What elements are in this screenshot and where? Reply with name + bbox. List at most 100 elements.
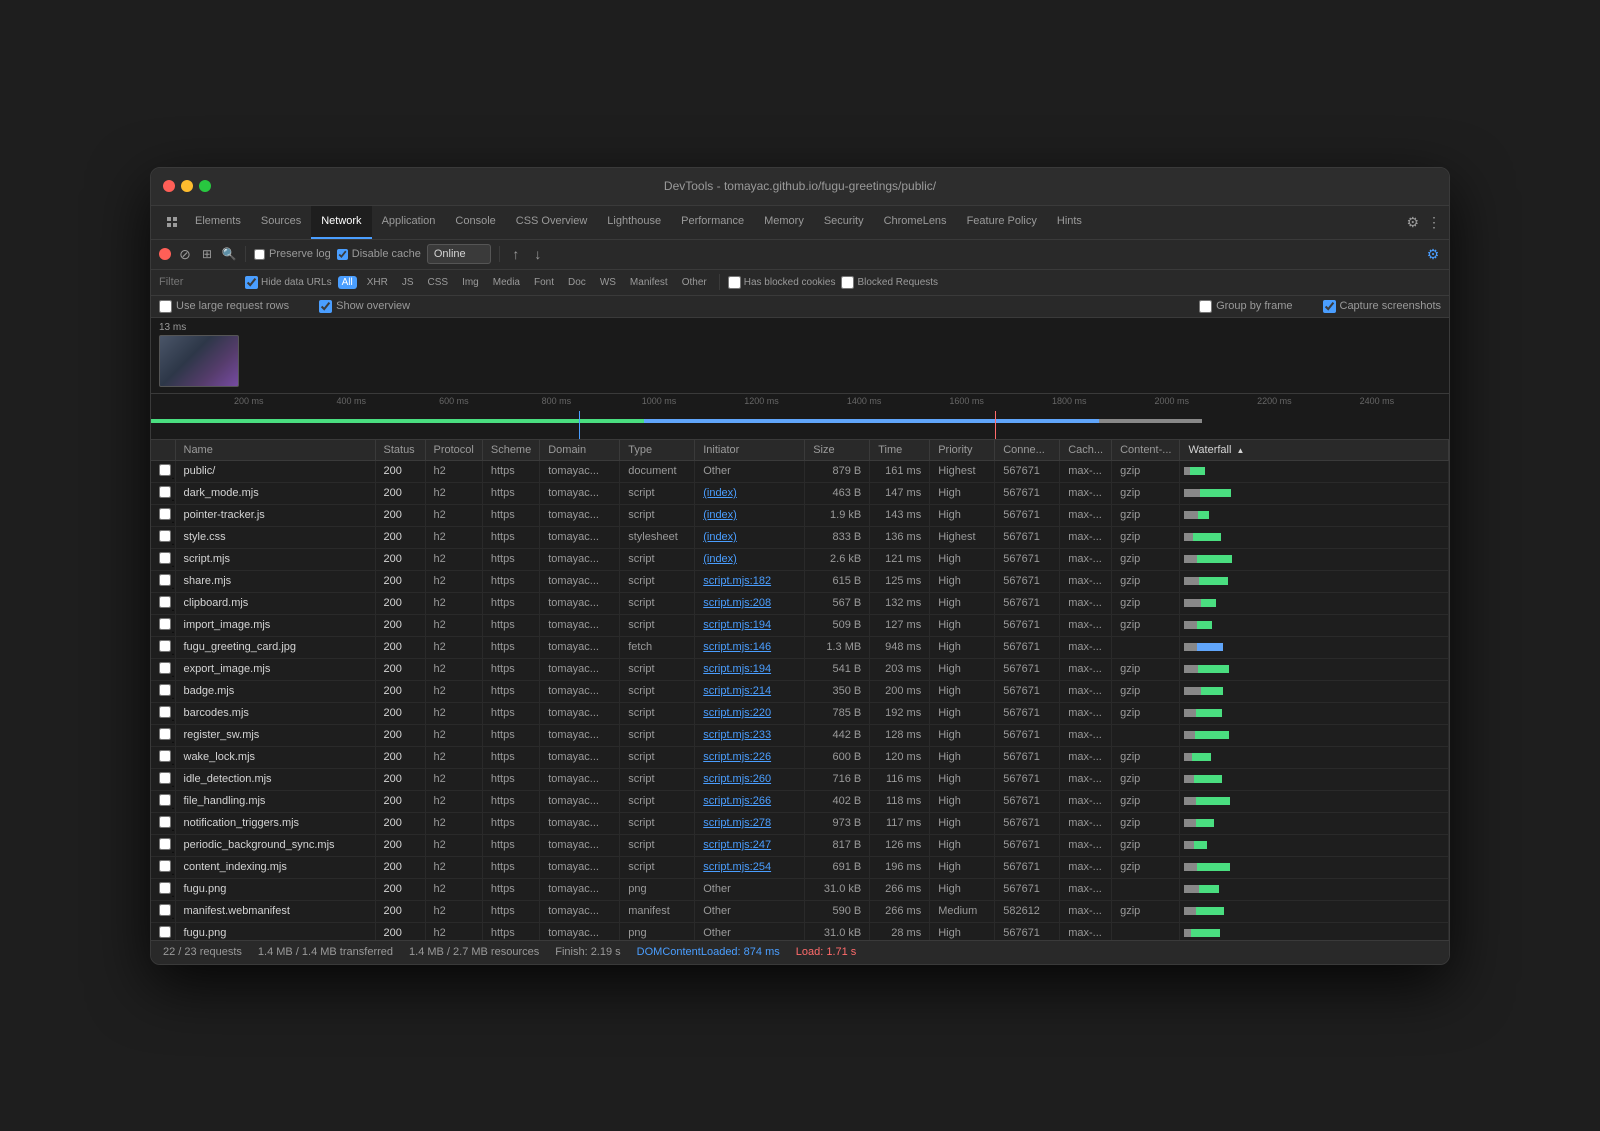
filter-pill-css[interactable]: CSS [424, 276, 453, 289]
td-initiator-15[interactable]: script.mjs:266 [695, 790, 805, 812]
filter-pill-manifest[interactable]: Manifest [626, 276, 672, 289]
row-checkbox-18[interactable] [159, 860, 171, 872]
import-button[interactable]: ↑ [508, 246, 524, 262]
td-checkbox-16[interactable] [151, 812, 175, 834]
row-checkbox-10[interactable] [159, 684, 171, 696]
disable-cache-checkbox[interactable] [337, 249, 348, 260]
screenshot-thumbnail[interactable] [159, 335, 239, 387]
has-blocked-cookies-checkbox[interactable] [728, 276, 741, 289]
td-name-2[interactable]: pointer-tracker.js [175, 504, 375, 526]
tab-css-overview[interactable]: CSS Overview [506, 206, 598, 239]
table-row[interactable]: notification_triggers.mjs 200 h2 https t… [151, 812, 1449, 834]
settings-icon[interactable]: ⚙ [1406, 214, 1419, 231]
row-checkbox-0[interactable] [159, 464, 171, 476]
td-name-12[interactable]: register_sw.mjs [175, 724, 375, 746]
td-initiator-13[interactable]: script.mjs:226 [695, 746, 805, 768]
td-initiator-7[interactable]: script.mjs:194 [695, 614, 805, 636]
td-initiator-8[interactable]: script.mjs:146 [695, 636, 805, 658]
filter-pill-all[interactable]: All [338, 276, 357, 289]
tab-sources[interactable]: Sources [251, 206, 311, 239]
tab-performance[interactable]: Performance [671, 206, 754, 239]
th-conn[interactable]: Conne... [995, 440, 1060, 461]
network-table-container[interactable]: Name Status Protocol Scheme Domain Type … [151, 440, 1449, 940]
td-initiator-3[interactable]: (index) [695, 526, 805, 548]
td-name-19[interactable]: fugu.png [175, 878, 375, 900]
td-name-15[interactable]: file_handling.mjs [175, 790, 375, 812]
table-row[interactable]: barcodes.mjs 200 h2 https tomayac... scr… [151, 702, 1449, 724]
th-waterfall[interactable]: Waterfall ▲ [1180, 440, 1449, 461]
td-name-1[interactable]: dark_mode.mjs [175, 482, 375, 504]
row-checkbox-12[interactable] [159, 728, 171, 740]
capture-screenshots-label[interactable]: Capture screenshots [1323, 300, 1442, 313]
has-blocked-cookies-label[interactable]: Has blocked cookies [728, 276, 836, 289]
td-name-8[interactable]: fugu_greeting_card.jpg [175, 636, 375, 658]
filter-pill-media[interactable]: Media [489, 276, 524, 289]
row-checkbox-8[interactable] [159, 640, 171, 652]
table-row[interactable]: script.mjs 200 h2 https tomayac... scrip… [151, 548, 1449, 570]
table-row[interactable]: manifest.webmanifest 200 h2 https tomaya… [151, 900, 1449, 922]
td-checkbox-12[interactable] [151, 724, 175, 746]
td-initiator-11[interactable]: script.mjs:220 [695, 702, 805, 724]
table-row[interactable]: register_sw.mjs 200 h2 https tomayac... … [151, 724, 1449, 746]
tab-network[interactable]: Network [311, 206, 371, 239]
table-row[interactable]: badge.mjs 200 h2 https tomayac... script… [151, 680, 1449, 702]
td-initiator-10[interactable]: script.mjs:214 [695, 680, 805, 702]
td-checkbox-13[interactable] [151, 746, 175, 768]
tab-lighthouse[interactable]: Lighthouse [597, 206, 671, 239]
row-checkbox-7[interactable] [159, 618, 171, 630]
th-size[interactable]: Size [805, 440, 870, 461]
hide-data-urls-checkbox[interactable] [245, 276, 258, 289]
tab-console[interactable]: Console [445, 206, 505, 239]
tab-elements[interactable]: Elements [185, 206, 251, 239]
search-button[interactable]: 🔍 [221, 246, 237, 262]
export-button[interactable]: ↓ [530, 246, 546, 262]
td-initiator-14[interactable]: script.mjs:260 [695, 768, 805, 790]
table-row[interactable]: public/ 200 h2 https tomayac... document… [151, 460, 1449, 482]
td-name-6[interactable]: clipboard.mjs [175, 592, 375, 614]
disable-cache-label[interactable]: Disable cache [337, 248, 421, 260]
filter-pill-img[interactable]: Img [458, 276, 483, 289]
td-checkbox-17[interactable] [151, 834, 175, 856]
row-checkbox-11[interactable] [159, 706, 171, 718]
td-checkbox-6[interactable] [151, 592, 175, 614]
td-name-17[interactable]: periodic_background_sync.mjs [175, 834, 375, 856]
filter-pill-js[interactable]: JS [398, 276, 418, 289]
table-row[interactable]: import_image.mjs 200 h2 https tomayac...… [151, 614, 1449, 636]
td-name-9[interactable]: export_image.mjs [175, 658, 375, 680]
preserve-log-checkbox[interactable] [254, 249, 265, 260]
group-by-frame-label[interactable]: Group by frame [1199, 300, 1292, 313]
td-name-16[interactable]: notification_triggers.mjs [175, 812, 375, 834]
td-checkbox-4[interactable] [151, 548, 175, 570]
tab-application[interactable]: Application [372, 206, 446, 239]
td-initiator-2[interactable]: (index) [695, 504, 805, 526]
show-overview-label[interactable]: Show overview [319, 300, 410, 313]
th-scheme[interactable]: Scheme [482, 440, 539, 461]
table-row[interactable]: wake_lock.mjs 200 h2 https tomayac... sc… [151, 746, 1449, 768]
filter-input[interactable] [159, 276, 239, 288]
more-icon[interactable]: ⋮ [1427, 214, 1441, 231]
td-checkbox-14[interactable] [151, 768, 175, 790]
tab-chromelens[interactable]: ChromeLens [874, 206, 957, 239]
td-name-5[interactable]: share.mjs [175, 570, 375, 592]
table-row[interactable]: fugu.png 200 h2 https tomayac... png Oth… [151, 922, 1449, 940]
use-large-rows-label[interactable]: Use large request rows [159, 300, 289, 313]
filter-pill-ws[interactable]: WS [596, 276, 620, 289]
th-content[interactable]: Content-... [1112, 440, 1180, 461]
table-row[interactable]: style.css 200 h2 https tomayac... styles… [151, 526, 1449, 548]
td-initiator-6[interactable]: script.mjs:208 [695, 592, 805, 614]
td-checkbox-0[interactable] [151, 460, 175, 482]
table-row[interactable]: share.mjs 200 h2 https tomayac... script… [151, 570, 1449, 592]
td-name-3[interactable]: style.css [175, 526, 375, 548]
td-initiator-4[interactable]: (index) [695, 548, 805, 570]
table-row[interactable]: content_indexing.mjs 200 h2 https tomaya… [151, 856, 1449, 878]
table-row[interactable]: idle_detection.mjs 200 h2 https tomayac.… [151, 768, 1449, 790]
row-checkbox-6[interactable] [159, 596, 171, 608]
tab-hints[interactable]: Hints [1047, 206, 1092, 239]
row-checkbox-20[interactable] [159, 904, 171, 916]
table-row[interactable]: fugu_greeting_card.jpg 200 h2 https toma… [151, 636, 1449, 658]
filter-pill-xhr[interactable]: XHR [363, 276, 392, 289]
td-checkbox-15[interactable] [151, 790, 175, 812]
row-checkbox-15[interactable] [159, 794, 171, 806]
th-type[interactable]: Type [620, 440, 695, 461]
td-name-7[interactable]: import_image.mjs [175, 614, 375, 636]
